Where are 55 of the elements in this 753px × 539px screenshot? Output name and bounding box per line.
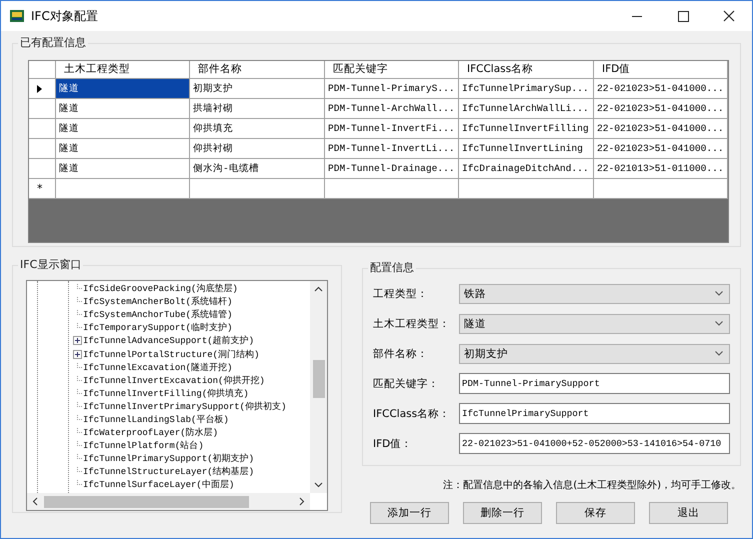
action-button[interactable]: 添加一行: [370, 502, 449, 524]
tree-item[interactable]: IfcTunnelSurfaceLayer(中面层): [83, 478, 234, 492]
vertical-scrollbar[interactable]: [310, 281, 327, 493]
scroll-thumb[interactable]: [312, 360, 324, 398]
app-icon: [9, 8, 25, 24]
dropdown[interactable]: 铁路: [459, 284, 730, 304]
tree-item[interactable]: IfcTunnelInvertFilling(仰拱填充): [83, 386, 249, 400]
table-cell[interactable]: 隧道: [56, 79, 190, 99]
tree-item[interactable]: IfcSystemAnchorTube(系统锚管): [83, 308, 232, 322]
tree-item[interactable]: IfcSystemAncherBolt(系统锚杆): [83, 295, 232, 308]
tree-item[interactable]: IfcTunnelLandingSlab(平台板): [83, 412, 229, 426]
scroll-down-icon[interactable]: [314, 482, 323, 488]
tree-item[interactable]: IfcTunnelInvertPrimarySupport(仰拱初支): [83, 400, 286, 413]
group-title: IFC显示窗口: [18, 258, 84, 272]
note-text: 注：配置信息中的各输入信息(土木工程类型除外)，均可手工修改。: [442, 478, 741, 492]
input-field[interactable]: IfcTunnelPrimarySupport: [459, 403, 730, 424]
tree-item[interactable]: IfcTunnelExcavation(隧道开挖): [83, 360, 232, 374]
tree-item[interactable]: IfcTunnelStructureLayer(结构基层): [83, 465, 254, 478]
action-button[interactable]: 删除一行: [463, 502, 542, 524]
tree-item[interactable]: IfcTunnelInvertExcavation(仰拱开挖): [83, 374, 265, 387]
scroll-thumb[interactable]: [44, 496, 249, 508]
field-label: 匹配关键字：: [373, 376, 440, 390]
input-field[interactable]: PDM-Tunnel-PrimarySupport: [459, 373, 730, 394]
row-header[interactable]: *: [29, 179, 56, 199]
dropdown[interactable]: 初期支护: [459, 344, 730, 364]
expand-icon[interactable]: [73, 350, 82, 359]
horizontal-scrollbar[interactable]: [27, 493, 310, 510]
action-button[interactable]: 退出: [649, 502, 728, 524]
tree-item[interactable]: IfcTunnelPlatform(站台): [83, 439, 204, 452]
scroll-up-icon[interactable]: [314, 286, 323, 292]
expand-icon[interactable]: [73, 336, 82, 346]
caret-icon: [715, 351, 723, 356]
caret-icon: [715, 321, 723, 326]
caret-icon: [715, 291, 723, 296]
tree-item[interactable]: IfcTunnelAdvanceSupport(超前支护): [83, 334, 254, 348]
scroll-left-icon[interactable]: [32, 497, 38, 506]
tree-item[interactable]: IfcTunnelPrimarySupport(初期支护): [83, 452, 254, 466]
tree-item[interactable]: IfcWaterproofLayer(防水层): [83, 426, 218, 440]
field-label: IFD值：: [373, 436, 414, 450]
group-title: 已有配置信息: [18, 36, 88, 50]
field-label: 工程类型：: [373, 286, 429, 300]
tree-item[interactable]: IfcSideGroovePacking(沟底垫层): [83, 282, 238, 296]
new-row-marker: *: [37, 182, 42, 195]
input-field[interactable]: 22-021023>51-041000+52-052000>53-141016>54-0710: [459, 433, 730, 454]
tree-item[interactable]: IfcTunnelPortalStructure(洞门结构): [83, 348, 260, 361]
field-label: IFCClass名称：: [373, 406, 452, 420]
group-title: 配置信息: [368, 261, 416, 275]
dropdown[interactable]: 隧道: [459, 314, 730, 334]
field-label: 部件名称：: [373, 346, 429, 360]
scroll-right-icon[interactable]: [299, 497, 305, 506]
field-label: 土木工程类型：: [373, 316, 451, 330]
row-header[interactable]: [29, 79, 56, 99]
window-title: IFC对象配置: [31, 8, 98, 24]
tree-item[interactable]: IfcTemporarySupport(临时支护): [83, 321, 232, 334]
action-button[interactable]: 保存: [556, 502, 635, 524]
